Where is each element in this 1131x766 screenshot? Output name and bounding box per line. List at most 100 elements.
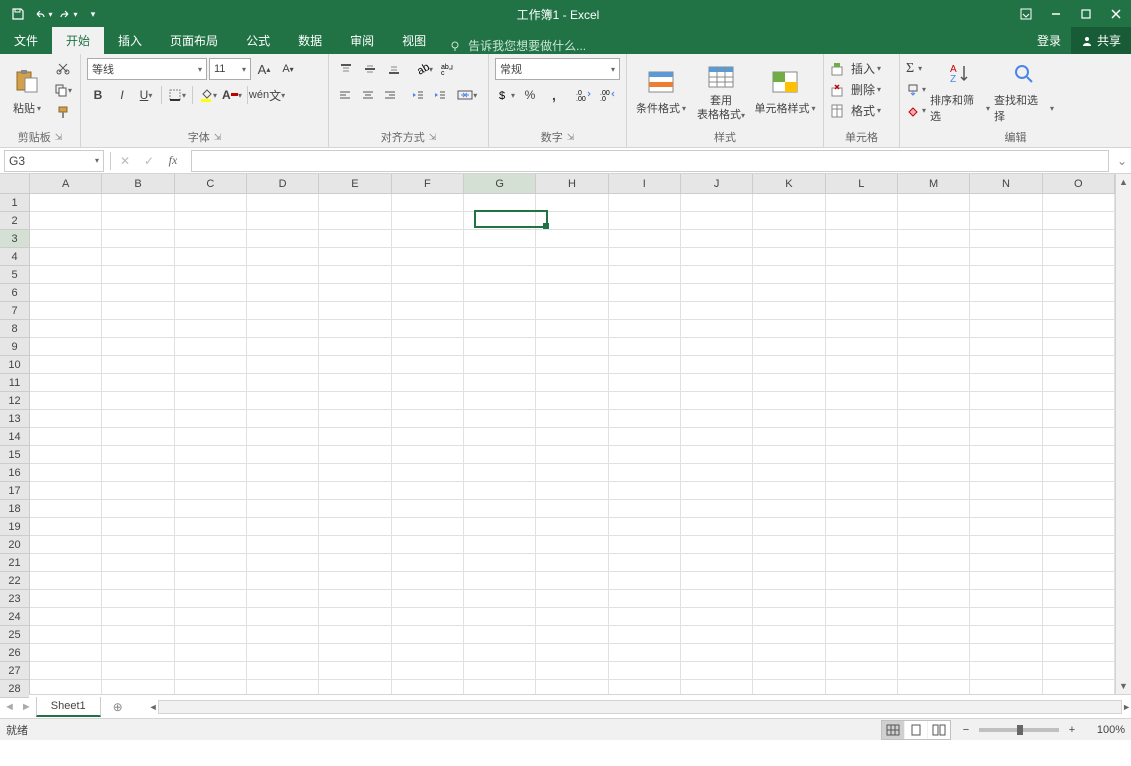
clipboard-launcher[interactable]: ⇲ [55,132,63,143]
cell-L10[interactable] [826,356,898,374]
cell-F6[interactable] [392,284,464,302]
cell-A24[interactable] [30,608,102,626]
cell-B12[interactable] [102,392,174,410]
number-format-combo[interactable]: 常规▾ [495,58,620,80]
row-header-9[interactable]: 9 [0,338,29,356]
cell-H28[interactable] [536,680,608,694]
cell-H13[interactable] [536,410,608,428]
cell-H19[interactable] [536,518,608,536]
phonetic-button[interactable]: wén文▾ [252,84,282,106]
cell-B3[interactable] [102,230,174,248]
cell-D20[interactable] [247,536,319,554]
delete-cells-button[interactable]: 删除▾ [830,79,881,100]
cell-L24[interactable] [826,608,898,626]
cell-H21[interactable] [536,554,608,572]
zoom-out-button[interactable]: − [959,724,973,736]
save-button[interactable] [6,3,30,25]
row-header-28[interactable]: 28 [0,680,29,698]
row-header-11[interactable]: 11 [0,374,29,392]
cell-L26[interactable] [826,644,898,662]
cell-I23[interactable] [609,590,681,608]
cell-L15[interactable] [826,446,898,464]
cell-H6[interactable] [536,284,608,302]
underline-button[interactable]: U▾ [135,84,157,106]
cell-O24[interactable] [1043,608,1115,626]
cell-O28[interactable] [1043,680,1115,694]
align-left-button[interactable] [335,84,355,106]
row-header-23[interactable]: 23 [0,590,29,608]
cell-G9[interactable] [464,338,536,356]
cell-M13[interactable] [898,410,970,428]
cell-G12[interactable] [464,392,536,410]
cell-E5[interactable] [319,266,391,284]
cell-I7[interactable] [609,302,681,320]
cell-B27[interactable] [102,662,174,680]
cell-G7[interactable] [464,302,536,320]
cell-G22[interactable] [464,572,536,590]
cell-O26[interactable] [1043,644,1115,662]
row-header-7[interactable]: 7 [0,302,29,320]
cell-H12[interactable] [536,392,608,410]
cell-L11[interactable] [826,374,898,392]
row-header-19[interactable]: 19 [0,518,29,536]
cell-J11[interactable] [681,374,753,392]
cell-E7[interactable] [319,302,391,320]
cell-K14[interactable] [753,428,825,446]
alignment-launcher[interactable]: ⇲ [429,132,437,143]
cell-J6[interactable] [681,284,753,302]
cell-D25[interactable] [247,626,319,644]
zoom-in-button[interactable]: + [1065,724,1079,736]
column-header-A[interactable]: A [30,174,102,193]
cell-J20[interactable] [681,536,753,554]
cell-N19[interactable] [970,518,1042,536]
cell-H18[interactable] [536,500,608,518]
cell-A16[interactable] [30,464,102,482]
cell-O3[interactable] [1043,230,1115,248]
cell-E15[interactable] [319,446,391,464]
cell-K5[interactable] [753,266,825,284]
cell-A9[interactable] [30,338,102,356]
cell-L19[interactable] [826,518,898,536]
cell-K2[interactable] [753,212,825,230]
cell-O2[interactable] [1043,212,1115,230]
cell-C22[interactable] [175,572,247,590]
comma-button[interactable]: , [543,84,565,106]
cell-K21[interactable] [753,554,825,572]
cell-N23[interactable] [970,590,1042,608]
column-header-O[interactable]: O [1043,174,1115,193]
maximize-button[interactable] [1071,0,1101,28]
cell-K15[interactable] [753,446,825,464]
cell-N12[interactable] [970,392,1042,410]
cell-F10[interactable] [392,356,464,374]
cell-A28[interactable] [30,680,102,694]
cell-G13[interactable] [464,410,536,428]
cell-N7[interactable] [970,302,1042,320]
cell-H10[interactable] [536,356,608,374]
cell-O10[interactable] [1043,356,1115,374]
cell-J23[interactable] [681,590,753,608]
cell-F1[interactable] [392,194,464,212]
cell-C8[interactable] [175,320,247,338]
insert-cells-button[interactable]: 插入▾ [830,58,881,79]
scroll-down-button[interactable]: ▼ [1116,678,1131,694]
cell-G5[interactable] [464,266,536,284]
cell-C23[interactable] [175,590,247,608]
cell-D19[interactable] [247,518,319,536]
row-header-4[interactable]: 4 [0,248,29,266]
horizontal-scrollbar[interactable]: ◄ ► [149,699,1131,715]
cell-E3[interactable] [319,230,391,248]
orientation-button[interactable]: ab▾ [413,58,435,80]
cell-G4[interactable] [464,248,536,266]
cell-L25[interactable] [826,626,898,644]
column-header-D[interactable]: D [247,174,319,193]
cell-G16[interactable] [464,464,536,482]
cell-E6[interactable] [319,284,391,302]
cell-H24[interactable] [536,608,608,626]
cell-M6[interactable] [898,284,970,302]
cell-A10[interactable] [30,356,102,374]
column-header-B[interactable]: B [102,174,174,193]
row-header-2[interactable]: 2 [0,212,29,230]
cell-M25[interactable] [898,626,970,644]
cell-A21[interactable] [30,554,102,572]
cell-M24[interactable] [898,608,970,626]
